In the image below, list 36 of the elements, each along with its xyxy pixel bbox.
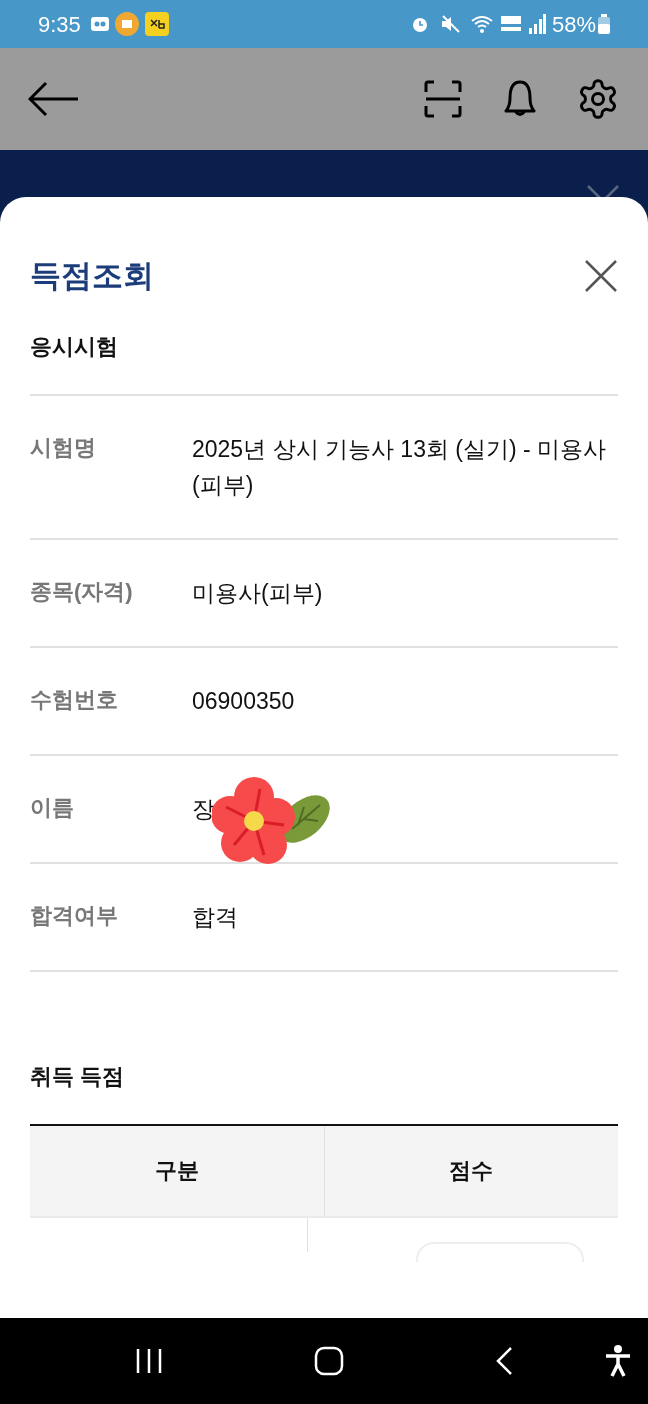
back-chevron-icon [494, 1346, 513, 1376]
close-icon [584, 259, 618, 294]
battery-percent: 58% [551, 10, 596, 39]
home-icon [314, 1346, 344, 1376]
battery-icon [598, 14, 610, 34]
signal-icon [527, 14, 546, 34]
column-header: 점수 [449, 1157, 494, 1185]
voicemail-icon [90, 17, 109, 31]
recent-apps-icon [135, 1347, 164, 1375]
sheet-title: 득점조회 [30, 257, 154, 295]
field-label: 시험명 [30, 433, 97, 462]
mute-icon [439, 14, 462, 34]
back-arrow-icon [28, 81, 80, 117]
section-heading: 취득 득점 [30, 1065, 126, 1088]
back-nav-button[interactable] [494, 1346, 513, 1376]
field-label: 합격여부 [30, 901, 119, 930]
status-time: 9:35 [38, 10, 81, 39]
field-value: 06900350 [192, 687, 295, 714]
field-value: 2025년 상시 기능사 13회 (실기) - 미용사(피부) [192, 435, 607, 498]
hd-voice-icon [499, 14, 522, 34]
field-label: 수험번호 [30, 685, 119, 714]
section-heading: 응시시험 [30, 335, 119, 358]
home-button[interactable] [314, 1346, 344, 1376]
field-label: 이름 [30, 793, 75, 822]
column-header: 구분 [154, 1157, 199, 1185]
recent-apps-button[interactable] [135, 1347, 164, 1375]
field-value: 장 [192, 795, 215, 822]
field-value: 합격 [192, 903, 238, 930]
field-label: 종목(자격) [30, 577, 134, 606]
accessibility-icon [604, 1345, 632, 1377]
accessibility-button[interactable] [604, 1345, 632, 1377]
close-button[interactable] [584, 259, 618, 294]
scan-icon [424, 80, 462, 118]
back-button[interactable] [28, 79, 80, 119]
scan-button[interactable] [424, 80, 462, 118]
field-value: 미용사(피부) [192, 579, 323, 606]
